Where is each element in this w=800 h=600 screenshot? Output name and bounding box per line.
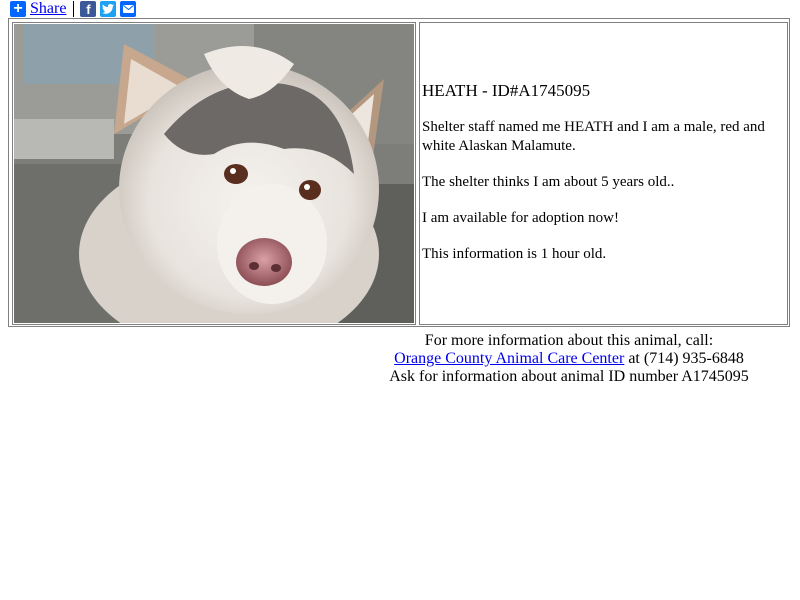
twitter-icon[interactable]	[100, 1, 117, 17]
animal-heading: HEATH - ID#A1745095	[422, 81, 591, 100]
contact-animal-id: Ask for information about animal ID numb…	[389, 368, 749, 385]
animal-photo	[14, 24, 414, 323]
share-bar: + Share f	[10, 0, 137, 18]
email-icon[interactable]	[120, 1, 137, 17]
animal-info-cell: HEATH - ID#A1745095 Shelter staff named …	[419, 22, 788, 325]
share-link[interactable]: Share	[30, 0, 66, 18]
facebook-icon[interactable]: f	[80, 1, 97, 17]
info-age: This information is 1 hour old.	[422, 246, 607, 262]
shelter-link[interactable]: Orange County Animal Care Center	[394, 350, 624, 367]
contact-line: Orange County Animal Care Center at (714…	[388, 350, 750, 368]
contact-info: For more information about this animal, …	[388, 332, 750, 386]
animal-info-table: HEATH - ID#A1745095 Shelter staff named …	[8, 18, 790, 327]
animal-photo-cell	[12, 22, 416, 325]
share-divider	[73, 1, 75, 17]
animal-availability: I am available for adoption now!	[422, 210, 620, 226]
animal-age: The shelter thinks I am about 5 years ol…	[422, 174, 675, 190]
animal-info-text: HEATH - ID#A1745095 Shelter staff named …	[422, 81, 788, 281]
social-buttons: f	[80, 1, 137, 17]
plus-icon[interactable]: +	[10, 1, 26, 17]
animal-description: Shelter staff named me HEATH and I am a …	[422, 119, 765, 154]
contact-intro: For more information about this animal, …	[424, 332, 714, 349]
shelter-phone: at (714) 935-6848	[624, 350, 744, 367]
